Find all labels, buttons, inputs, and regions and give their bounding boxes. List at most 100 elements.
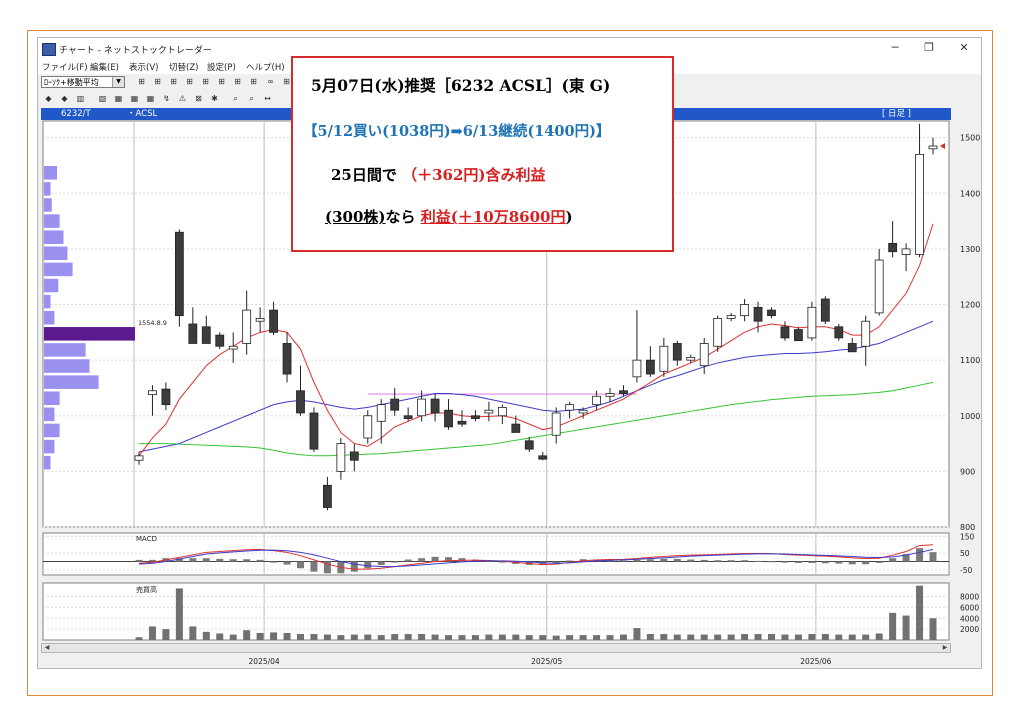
candle-body	[619, 390, 628, 394]
volume-profile-bar	[44, 230, 64, 244]
macd-histogram-bar	[310, 561, 318, 572]
candle-body	[524, 440, 534, 450]
volume-bar	[821, 634, 829, 640]
volume-profile-bar	[44, 198, 52, 212]
volume-label: 売買高	[136, 585, 157, 594]
candle-body	[511, 423, 521, 433]
volume-bar	[727, 634, 735, 640]
callout-headline: 5月07日(水)推奨［6232 ACSL］(東 G)	[311, 76, 611, 95]
macd-histogram-bar	[243, 559, 251, 562]
volume-tick-label: 2000	[960, 625, 979, 634]
volume-profile-bar	[44, 214, 60, 228]
candle-body	[363, 415, 373, 439]
macd-histogram-bar	[768, 561, 776, 563]
callout-nara: なら	[385, 208, 416, 226]
volume-bar	[794, 634, 802, 640]
macd-histogram-bar	[848, 561, 856, 565]
macd-histogram-bar	[283, 561, 291, 565]
candle-body	[672, 343, 682, 361]
volume-profile-bar	[44, 262, 73, 277]
macd-label: MACD	[136, 535, 157, 543]
volume-bar	[471, 635, 479, 640]
volume-bar	[310, 634, 318, 640]
volume-bar	[660, 634, 668, 640]
volume-tick-label: 4000	[960, 614, 979, 623]
candle-body	[255, 318, 265, 322]
candle-body	[820, 298, 830, 322]
volume-bar	[202, 631, 210, 640]
volume-bar	[135, 637, 143, 640]
macd-histogram-bar	[875, 561, 883, 563]
volume-bar	[162, 629, 170, 640]
candle	[820, 296, 830, 324]
candle-body	[901, 248, 911, 255]
candle-body	[188, 323, 198, 344]
scroll-left-icon[interactable]: ◀	[42, 644, 52, 652]
candle-body	[215, 334, 225, 347]
volume-profile-bar	[44, 439, 55, 454]
volume-bar	[848, 634, 856, 640]
macd-histogram-bar	[404, 559, 412, 562]
macd-histogram-bar	[821, 561, 829, 564]
candle-body	[753, 306, 763, 322]
volume-bar	[566, 635, 574, 640]
volume-bar	[606, 635, 614, 640]
candle	[713, 315, 723, 352]
candle-body	[740, 304, 749, 317]
volume-bar	[673, 634, 681, 640]
volume-profile-bar	[44, 455, 51, 470]
volume-bar	[296, 634, 304, 640]
candle-body	[323, 484, 332, 508]
candle-body	[148, 390, 157, 396]
volume-bar	[512, 634, 520, 640]
callout-days: 25日間で	[331, 166, 397, 184]
price-tick-label: 1200	[960, 301, 980, 310]
volume-bar	[754, 634, 762, 640]
volume-profile-bar	[44, 391, 60, 406]
volume-bar	[458, 635, 466, 640]
volume-bar	[377, 635, 385, 640]
macd-histogram-bar	[754, 560, 762, 562]
candle	[215, 332, 225, 350]
volume-bar	[189, 626, 197, 640]
macd-histogram-bar	[929, 552, 937, 562]
candle-body	[645, 359, 655, 375]
candle-body	[296, 390, 305, 414]
volume-profile-bar	[44, 327, 135, 341]
scroll-right-icon[interactable]: ▶	[940, 644, 950, 652]
price-tick-label: 1400	[960, 189, 980, 198]
candle-body	[201, 326, 211, 344]
volume-bar	[835, 634, 843, 640]
volume-bar	[445, 635, 453, 640]
macd-histogram-bar	[391, 561, 399, 563]
volume-profile-bar	[44, 294, 51, 309]
volume-bar	[283, 632, 291, 640]
candle-body	[605, 393, 615, 397]
callout-profit: 利益(＋10万8600円	[420, 208, 566, 226]
volume-bar	[256, 632, 264, 640]
volume-bar	[175, 588, 183, 640]
macd-histogram-bar	[216, 558, 224, 562]
candle	[174, 229, 184, 327]
macd-histogram-bar	[364, 561, 372, 569]
macd-histogram-bar	[148, 559, 156, 562]
callout-trade-summary: 【5/12買い(1038円)➡6/13継続(1400円)】	[303, 123, 611, 140]
volume-profile-bar	[44, 359, 90, 373]
volume-bar	[579, 635, 587, 640]
volume-bar	[552, 635, 560, 640]
macd-panel	[42, 532, 950, 576]
candle-body	[430, 398, 440, 414]
candle-body	[699, 343, 709, 367]
macd-histogram-bar	[296, 561, 304, 569]
date-tick-label: 2025/06	[800, 657, 831, 666]
macd-histogram-bar	[700, 559, 708, 562]
candle-body	[915, 153, 924, 255]
callout-shares: (300株)	[325, 208, 386, 226]
candle-body	[174, 231, 184, 317]
macd-histogram-bar	[714, 560, 722, 562]
volume-bar	[270, 632, 278, 640]
horizontal-scrollbar[interactable]: ◀ ▶	[41, 643, 951, 653]
volume-bar	[700, 634, 708, 640]
volume-bar	[323, 634, 331, 640]
volume-bar	[593, 635, 601, 640]
